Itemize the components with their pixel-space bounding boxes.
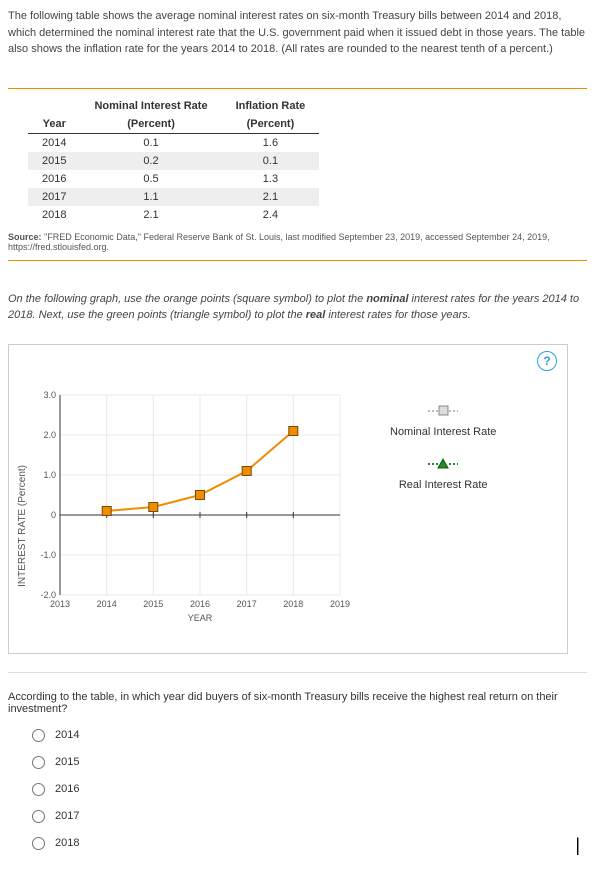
divider-top: [8, 88, 587, 89]
nominal-point[interactable]: [196, 490, 205, 499]
svg-text:2014: 2014: [97, 599, 117, 609]
radio-2016[interactable]: [32, 783, 45, 796]
intro-text: The following table shows the average no…: [8, 8, 587, 58]
legend-nominal[interactable]: Nominal Interest Rate: [390, 405, 496, 438]
svg-text:2019: 2019: [330, 599, 350, 609]
table-row: 2017 1.1 2.1: [28, 188, 319, 206]
option-label: 2015: [55, 756, 79, 768]
col-header-inf: Inflation Rate: [222, 97, 320, 115]
y-axis-label: INTEREST RATE (Percent): [17, 435, 28, 587]
svg-text:3.0: 3.0: [43, 390, 56, 400]
radio-2015[interactable]: [32, 756, 45, 769]
triangle-icon: [428, 458, 458, 473]
svg-text:2015: 2015: [143, 599, 163, 609]
legend-real-label: Real Interest Rate: [399, 479, 488, 491]
option-label: 2016: [55, 783, 79, 795]
svg-text:-1.0: -1.0: [40, 550, 56, 560]
col-subheader-inf: (Percent): [222, 115, 320, 134]
table-row: 2016 0.5 1.3: [28, 170, 319, 188]
text-cursor-icon: |: [575, 835, 580, 856]
option-2015[interactable]: 2015: [32, 756, 587, 769]
option-2017[interactable]: 2017: [32, 810, 587, 823]
legend-real[interactable]: Real Interest Rate: [390, 458, 496, 491]
chart-panel: ? INTEREST RATE (Percent): [8, 344, 568, 654]
svg-text:2018: 2018: [283, 599, 303, 609]
legend: Nominal Interest Rate Real Interest Rate: [390, 405, 496, 511]
nominal-point[interactable]: [102, 506, 111, 515]
svg-text:2017: 2017: [237, 599, 257, 609]
option-label: 2014: [55, 729, 79, 741]
svg-text:YEAR: YEAR: [188, 613, 213, 623]
col-header-nir: Nominal Interest Rate: [80, 97, 221, 115]
svg-text:2013: 2013: [50, 599, 70, 609]
option-2014[interactable]: 2014: [32, 729, 587, 742]
graph-instructions: On the following graph, use the orange p…: [8, 291, 587, 324]
col-subheader-nir: (Percent): [80, 115, 221, 134]
table-row: 2018 2.1 2.4: [28, 206, 319, 224]
legend-nominal-label: Nominal Interest Rate: [390, 426, 496, 438]
table-row: 2015 0.2 0.1: [28, 152, 319, 170]
svg-text:0: 0: [51, 510, 56, 520]
svg-text:2016: 2016: [190, 599, 210, 609]
divider-bottom: [8, 260, 587, 261]
radio-2018[interactable]: [32, 837, 45, 850]
source-line: Source: "FRED Economic Data," Federal Re…: [8, 232, 587, 252]
svg-text:1.0: 1.0: [43, 470, 56, 480]
nominal-point[interactable]: [242, 466, 251, 475]
option-label: 2017: [55, 810, 79, 822]
col-header-year: Year: [28, 115, 80, 134]
question-text: According to the table, in which year di…: [8, 691, 587, 715]
chart-svg[interactable]: 3.0 2.0 1.0 0 -1.0 -2.0 2013 2014 2015 2…: [30, 385, 360, 635]
plot-area[interactable]: 3.0 2.0 1.0 0 -1.0 -2.0 2013 2014 2015 2…: [30, 385, 360, 638]
radio-2017[interactable]: [32, 810, 45, 823]
table-row: 2014 0.1 1.6: [28, 133, 319, 152]
option-label: 2018: [55, 837, 79, 849]
nominal-point[interactable]: [289, 426, 298, 435]
help-button[interactable]: ?: [537, 351, 557, 371]
options-group: 2014 2015 2016 2017 2018: [32, 729, 587, 850]
square-icon: [428, 405, 458, 420]
section-divider: [8, 672, 587, 673]
rates-table: Nominal Interest Rate Inflation Rate Yea…: [28, 97, 319, 224]
option-2018[interactable]: 2018: [32, 837, 587, 850]
radio-2014[interactable]: [32, 729, 45, 742]
nominal-point[interactable]: [149, 502, 158, 511]
option-2016[interactable]: 2016: [32, 783, 587, 796]
svg-text:2.0: 2.0: [43, 430, 56, 440]
